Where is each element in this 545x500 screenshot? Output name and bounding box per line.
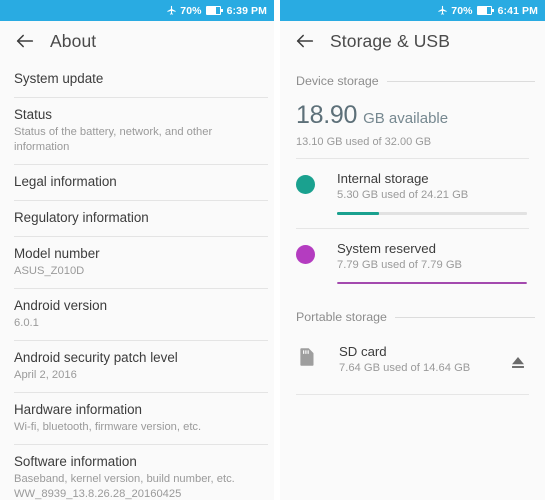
volume-usage: 7.79 GB used of 7.79 GB [337, 258, 463, 271]
volume-name: Internal storage [337, 171, 429, 186]
list-item-subtitle: 6.0.1 [14, 317, 39, 329]
dual-screenshot-container: 70% 6:39 PM About System update Status S… [0, 0, 545, 500]
volume-usage: 5.30 GB used of 24.21 GB [337, 189, 469, 201]
section-divider [394, 316, 535, 318]
list-item[interactable]: Hardware information Wi-fi, bluetooth, f… [0, 392, 274, 444]
battery-percent-left: 70% [180, 4, 202, 17]
list-item-title: Status [14, 107, 52, 122]
list-item-subtitle: April 2, 2016 [14, 369, 77, 381]
battery-percent-right: 70% [451, 4, 473, 17]
airplane-icon [166, 5, 180, 16]
section-label: Portable storage [296, 310, 387, 324]
app-bar-right: Storage & USB [280, 21, 545, 61]
used-of-total-label: 13.10 GB used of 32.00 GB [296, 136, 432, 148]
list-item[interactable]: Legal information [0, 164, 274, 200]
section-header-device-storage: Device storage [280, 66, 545, 93]
volume-name: System reserved [337, 240, 436, 256]
divider [296, 394, 529, 395]
sd-card-icon [296, 343, 317, 368]
page-title-right: Storage & USB [330, 30, 450, 51]
list-item-title: Regulatory information [14, 210, 149, 225]
eject-icon[interactable] [507, 343, 529, 373]
storage-volume-sd-card[interactable]: SD card 7.64 GB used of 14.64 GB [280, 329, 545, 382]
list-item-title: Software information [14, 454, 137, 469]
section-divider [386, 80, 535, 82]
list-item-subtitle: Wi-fi, bluetooth, firmware version, etc. [14, 421, 202, 433]
section-header-portable-storage: Portable storage [280, 290, 545, 329]
list-item-title: Legal information [14, 174, 117, 189]
back-arrow-icon[interactable] [294, 30, 330, 52]
list-item-subtitle: ASUS_Z010D [14, 265, 85, 277]
about-settings-list: System update Status Status of the batte… [0, 61, 274, 500]
list-item-title: Android security patch level [14, 350, 178, 365]
color-dot-icon [296, 244, 315, 264]
storage-volume-internal[interactable]: Internal storage 5.30 GB used of 24.21 G… [280, 159, 545, 221]
clock-right: 6:41 PM [497, 4, 538, 17]
volume-usage: 7.64 GB used of 14.64 GB [339, 362, 471, 374]
about-screen: 70% 6:39 PM About System update Status S… [0, 0, 274, 500]
page-title-left: About [50, 30, 97, 51]
list-item[interactable]: Android security patch level April 2, 20… [0, 340, 274, 392]
back-arrow-icon[interactable] [14, 30, 50, 52]
usage-progress-fill [337, 281, 527, 284]
storage-summary: 18.90 GB available 13.10 GB used of 32.0… [280, 93, 545, 158]
list-item-subtitle: Baseband, kernel version, build number, … [14, 473, 235, 500]
color-dot-icon [296, 175, 315, 194]
app-bar-left: About [0, 21, 274, 61]
list-item[interactable]: Regulatory information [0, 200, 274, 236]
storage-screen: 70% 6:41 PM Storage & USB Device storage [280, 0, 545, 500]
airplane-icon [437, 5, 451, 16]
list-item[interactable]: Software information Baseband, kernel ve… [0, 444, 274, 500]
section-label: Device storage [296, 74, 379, 88]
status-bar-right: 70% 6:41 PM [280, 0, 545, 21]
usage-progress-fill [337, 212, 379, 215]
volume-name: SD card [339, 344, 387, 359]
list-item-title: Model number [14, 246, 100, 261]
available-amount: 18.90 [296, 101, 358, 129]
list-item-title: System update [14, 71, 104, 86]
list-item-title: Hardware information [14, 402, 143, 417]
battery-icon [205, 6, 223, 15]
storage-volume-system-reserved[interactable]: System reserved 7.79 GB used of 7.79 GB [280, 229, 545, 291]
storage-content: Device storage 18.90 GB available 13.10 … [280, 61, 545, 500]
list-item[interactable]: System update [0, 61, 274, 97]
clock-left: 6:39 PM [226, 4, 267, 17]
list-item-subtitle: Status of the battery, network, and othe… [14, 126, 213, 153]
list-item[interactable]: Status Status of the battery, network, a… [0, 97, 274, 164]
usage-progress-bar [337, 281, 527, 284]
battery-icon [476, 6, 494, 15]
list-item[interactable]: Model number ASUS_Z010D [0, 236, 274, 288]
status-bar-left: 70% 6:39 PM [0, 0, 274, 21]
list-item[interactable]: Android version 6.0.1 [0, 288, 274, 340]
list-item-title: Android version [14, 298, 108, 313]
usage-progress-bar [337, 212, 527, 215]
available-unit-label: GB available [363, 110, 449, 127]
